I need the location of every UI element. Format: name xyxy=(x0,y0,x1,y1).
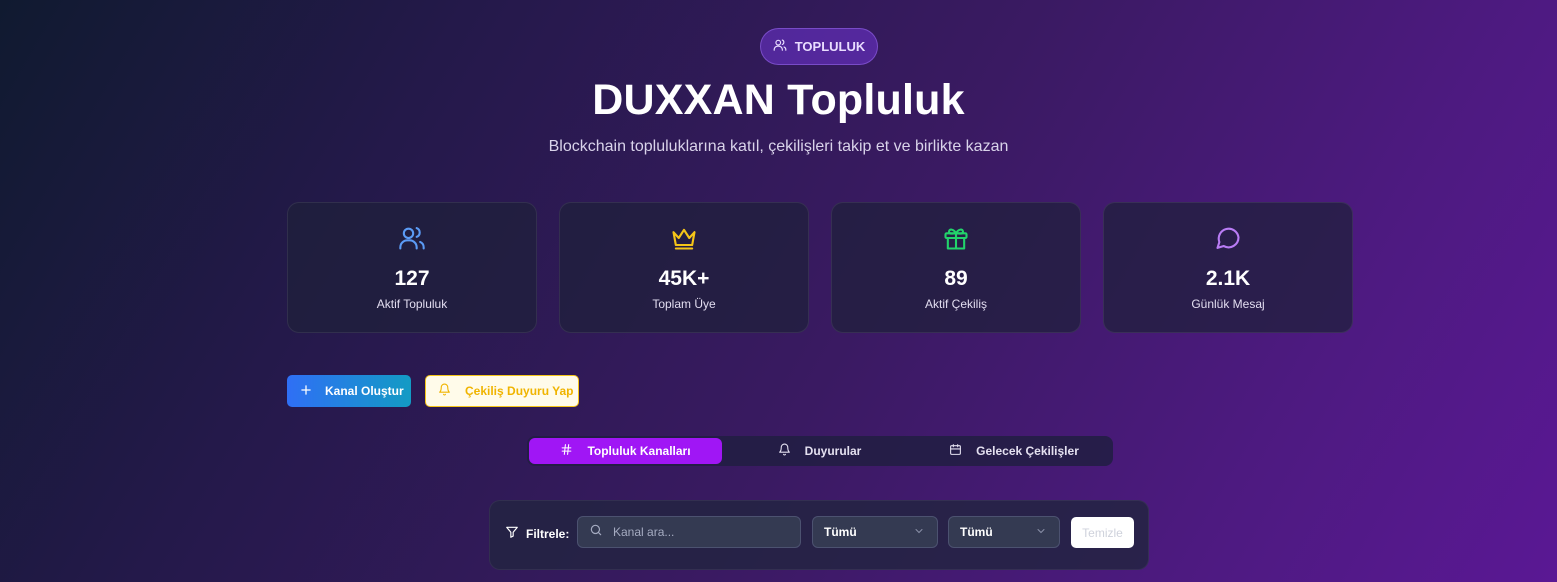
hash-icon xyxy=(560,443,573,459)
users-icon xyxy=(773,38,787,55)
tab-label: Duyurular xyxy=(804,444,862,458)
bell-icon xyxy=(778,443,791,459)
announce-giveaway-label: Çekiliş Duyuru Yap xyxy=(465,384,574,398)
select-value: Tümü xyxy=(824,525,857,539)
stat-card-messages: 2.1K Günlük Mesaj xyxy=(1103,202,1353,333)
filter-label-text: Filtrele: xyxy=(526,526,570,541)
chevron-down-icon xyxy=(913,525,925,540)
search-input[interactable] xyxy=(613,525,783,539)
gift-icon xyxy=(942,224,970,252)
tab-label: Gelecek Çekilişler xyxy=(976,444,1079,458)
message-circle-icon xyxy=(1214,224,1242,252)
stats-row: 127 Aktif Topluluk 45K+ Toplam Üye 89 Ak… xyxy=(287,202,1353,333)
category-select[interactable]: Tümü xyxy=(812,516,938,548)
tab-bar: Topluluk Kanalları Duyurular Gelecek Çek… xyxy=(527,436,1113,466)
page-title: DUXXAN Topluluk xyxy=(592,76,965,124)
stat-card-giveaways: 89 Aktif Çekiliş xyxy=(831,202,1081,333)
stat-label: Günlük Mesaj xyxy=(1191,297,1265,311)
chevron-down-icon xyxy=(1035,525,1047,540)
announce-giveaway-button[interactable]: Çekiliş Duyuru Yap xyxy=(425,375,579,407)
users-icon xyxy=(398,224,426,252)
stat-label: Toplam Üye xyxy=(652,297,716,311)
filter-panel: Filtrele: Tümü Tümü Temizle xyxy=(489,500,1149,570)
page-subtitle: Blockchain topluluklarına katıl, çekiliş… xyxy=(548,138,1009,155)
clear-filters-button[interactable]: Temizle xyxy=(1071,517,1134,548)
stat-label: Aktif Çekiliş xyxy=(924,297,987,311)
stat-value: 2.1K xyxy=(1205,267,1251,290)
stat-value: 127 xyxy=(394,267,430,290)
tab-community-channels[interactable]: Topluluk Kanalları xyxy=(529,438,722,464)
create-channel-button[interactable]: Kanal Oluştur xyxy=(287,375,411,407)
search-icon xyxy=(589,523,603,542)
crown-icon xyxy=(670,224,698,252)
channel-search-field[interactable] xyxy=(577,516,801,548)
bell-icon xyxy=(438,383,451,399)
stat-card-communities: 127 Aktif Topluluk xyxy=(287,202,537,333)
tab-upcoming-giveaways[interactable]: Gelecek Çekilişler xyxy=(917,438,1111,464)
stat-value: 45K+ xyxy=(658,267,710,290)
plus-icon xyxy=(299,383,313,400)
stat-card-members: 45K+ Toplam Üye xyxy=(559,202,809,333)
tab-announcements[interactable]: Duyurular xyxy=(722,438,917,464)
calendar-icon xyxy=(949,443,962,459)
filter-label: Filtrele: xyxy=(505,525,569,542)
stat-value: 89 xyxy=(944,267,968,290)
badge-label: TOPLULUK xyxy=(794,39,866,54)
community-badge: TOPLULUK xyxy=(760,28,878,65)
tab-label: Topluluk Kanalları xyxy=(587,444,691,458)
create-channel-label: Kanal Oluştur xyxy=(325,384,404,398)
sort-select[interactable]: Tümü xyxy=(948,516,1060,548)
filter-icon xyxy=(505,525,519,542)
select-value: Tümü xyxy=(960,525,993,539)
stat-label: Aktif Topluluk xyxy=(376,297,448,311)
